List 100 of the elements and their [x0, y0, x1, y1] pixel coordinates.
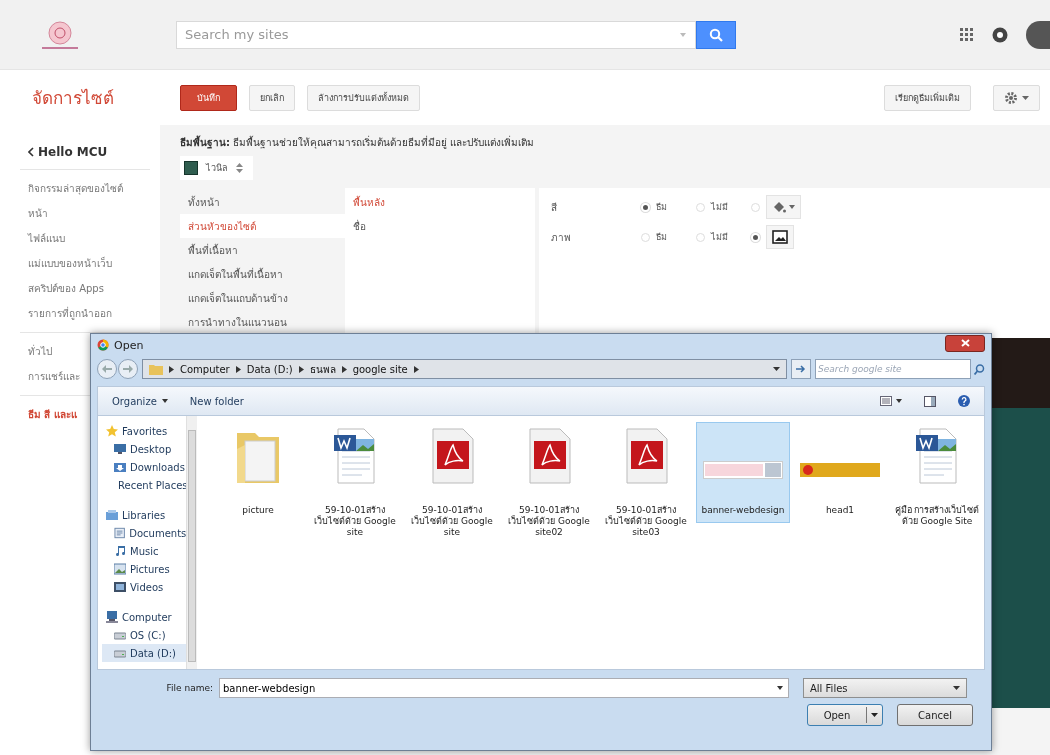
- sidebar-item[interactable]: ไฟล์แนบ: [20, 226, 150, 251]
- address-bar[interactable]: Computer Data (D:) ธนพล google site: [142, 359, 787, 379]
- file-item[interactable]: picture: [211, 422, 305, 523]
- document-icon: [114, 527, 126, 539]
- action-button[interactable]: ล้างการปรับแต่งทั้งหมด: [307, 84, 420, 111]
- option-label: สี: [551, 200, 558, 215]
- theme-area-item[interactable]: ทั้งหน้า: [180, 190, 345, 214]
- help-icon: [958, 395, 970, 407]
- preview-pane-button[interactable]: [922, 393, 938, 409]
- library-icon: [106, 509, 118, 521]
- nav-item[interactable]: Downloads: [102, 458, 187, 476]
- caret-icon: [1022, 95, 1029, 100]
- file-item[interactable]: 59-10-01สร้างเว็บไซต์ด้วย Google site: [308, 422, 402, 545]
- theme-swatch-icon: [184, 161, 198, 175]
- nav-item[interactable]: Recent Places: [102, 476, 187, 494]
- radio-button[interactable]: [696, 232, 705, 242]
- radio-button[interactable]: [751, 202, 760, 212]
- pane-icon: [924, 395, 936, 407]
- theme-area-item[interactable]: แกดเจ็ตในพื้นที่เนื้อหา: [180, 262, 345, 286]
- avatar[interactable]: [1026, 20, 1050, 49]
- radio-button[interactable]: [641, 232, 650, 242]
- toolbar-button[interactable]: Organize: [110, 393, 170, 409]
- page-title: จัดการไซต์: [32, 87, 115, 110]
- action-button[interactable]: ยกเลิก: [249, 84, 295, 111]
- chevron-right-icon: [298, 365, 304, 373]
- option-label: ภาพ: [551, 230, 572, 245]
- search-field[interactable]: Search google site: [815, 359, 971, 379]
- breadcrumb-item[interactable]: Data (D:): [246, 363, 293, 375]
- search-button[interactable]: [696, 20, 736, 49]
- sidebar-item[interactable]: กิจกรรมล่าสุดของไซต์: [20, 176, 150, 201]
- settings-icon: [1004, 90, 1018, 105]
- file-item[interactable]: 59-10-01สร้างเว็บไซต์ด้วย Google site: [405, 422, 499, 545]
- caret-icon: [680, 32, 686, 37]
- theme-dropdown[interactable]: ไวนิล: [180, 156, 253, 180]
- dialog-title: Open: [114, 338, 144, 352]
- file-item[interactable]: คู่มือ การสร้างเว็บไซต์ด้วย Google Site: [890, 422, 984, 534]
- nav-item[interactable]: Libraries: [102, 506, 187, 524]
- sidebar-item[interactable]: หน้า: [20, 201, 150, 226]
- settings-button[interactable]: [993, 84, 1040, 111]
- open-button[interactable]: Open: [807, 704, 883, 726]
- app-icon: [97, 339, 109, 351]
- sidebar-item[interactable]: แม่แบบของหน้าเว็บ: [20, 251, 150, 276]
- breadcrumb-item[interactable]: ธนพล: [309, 361, 336, 377]
- more-themes-button[interactable]: เรียกดูธีมเพิ่มเติม: [884, 84, 971, 111]
- action-button[interactable]: บันทึก: [180, 84, 237, 111]
- scrollbar[interactable]: [186, 416, 197, 669]
- drive-icon: [114, 629, 126, 641]
- file-item[interactable]: head1: [793, 422, 887, 523]
- theme-element-item[interactable]: พื้นหลัง: [345, 190, 535, 214]
- nav-item[interactable]: Computer: [102, 608, 187, 626]
- back-arrow-icon: [102, 365, 112, 373]
- search-icon: [974, 363, 985, 375]
- chevron-right-icon: [169, 365, 174, 373]
- sort-arrows-icon: [236, 163, 243, 173]
- sidebar-item[interactable]: สคริปต์ของ Apps: [20, 276, 150, 301]
- caret-icon: [773, 367, 780, 371]
- view-list-icon: [880, 396, 892, 406]
- color-picker-button[interactable]: [766, 195, 801, 219]
- nav-item[interactable]: Documents: [102, 524, 187, 542]
- desktop-icon: [114, 443, 126, 455]
- theme-area-item[interactable]: การนำทางในแนวนอน: [180, 310, 345, 334]
- file-type-dropdown[interactable]: All Files: [803, 678, 967, 698]
- close-button[interactable]: [945, 334, 985, 352]
- breadcrumb-item[interactable]: Computer: [180, 363, 230, 375]
- download-folder-icon: [114, 461, 126, 473]
- nav-item[interactable]: Videos: [102, 578, 187, 596]
- nav-item[interactable]: Favorites: [102, 422, 187, 440]
- theme-area-item[interactable]: ส่วนหัวของไซต์: [180, 214, 345, 238]
- file-item[interactable]: 59-10-01สร้างเว็บไซต์ด้วย Google site03: [599, 422, 693, 545]
- radio-button[interactable]: [696, 202, 705, 212]
- nav-item[interactable]: Desktop: [102, 440, 187, 458]
- picture-icon: [114, 563, 126, 575]
- back-link[interactable]: Hello MCU: [20, 139, 150, 170]
- search-field[interactable]: Search my sites: [176, 20, 696, 49]
- caret-icon: [789, 205, 795, 209]
- theme-area-item[interactable]: พื้นที่เนื้อหา: [180, 238, 345, 262]
- toolbar-button[interactable]: New folder: [187, 393, 246, 409]
- search-icon: [709, 27, 723, 42]
- nav-item[interactable]: Music: [102, 542, 187, 560]
- cancel-button[interactable]: Cancel: [897, 704, 973, 726]
- file-name-label: File name:: [165, 683, 213, 693]
- nav-item[interactable]: Data (D:): [102, 644, 187, 662]
- chevron-left-icon: [28, 147, 34, 157]
- theme-area-item[interactable]: แกดเจ็ตในแถบด้านข้าง: [180, 286, 345, 310]
- sidebar-item[interactable]: รายการที่ถูกนำออก: [20, 301, 150, 326]
- film-icon: [114, 581, 126, 593]
- computer-icon: [106, 611, 118, 623]
- file-item[interactable]: banner-webdesign: [696, 422, 790, 523]
- star-icon: [106, 425, 118, 437]
- nav-item[interactable]: Pictures: [102, 560, 187, 578]
- breadcrumb-item[interactable]: google site: [352, 363, 408, 375]
- help-button[interactable]: [956, 393, 972, 409]
- image-picker-button[interactable]: [766, 225, 794, 249]
- file-item[interactable]: 59-10-01สร้างเว็บไซต์ด้วย Google site02: [502, 422, 596, 545]
- refresh-button[interactable]: [791, 359, 811, 379]
- file-name-field[interactable]: banner-webdesign: [219, 678, 789, 698]
- view-options-button[interactable]: [878, 394, 904, 408]
- theme-element-item[interactable]: ชื่อ: [345, 214, 535, 238]
- nav-item[interactable]: OS (C:): [102, 626, 187, 644]
- caret-icon: [777, 686, 783, 690]
